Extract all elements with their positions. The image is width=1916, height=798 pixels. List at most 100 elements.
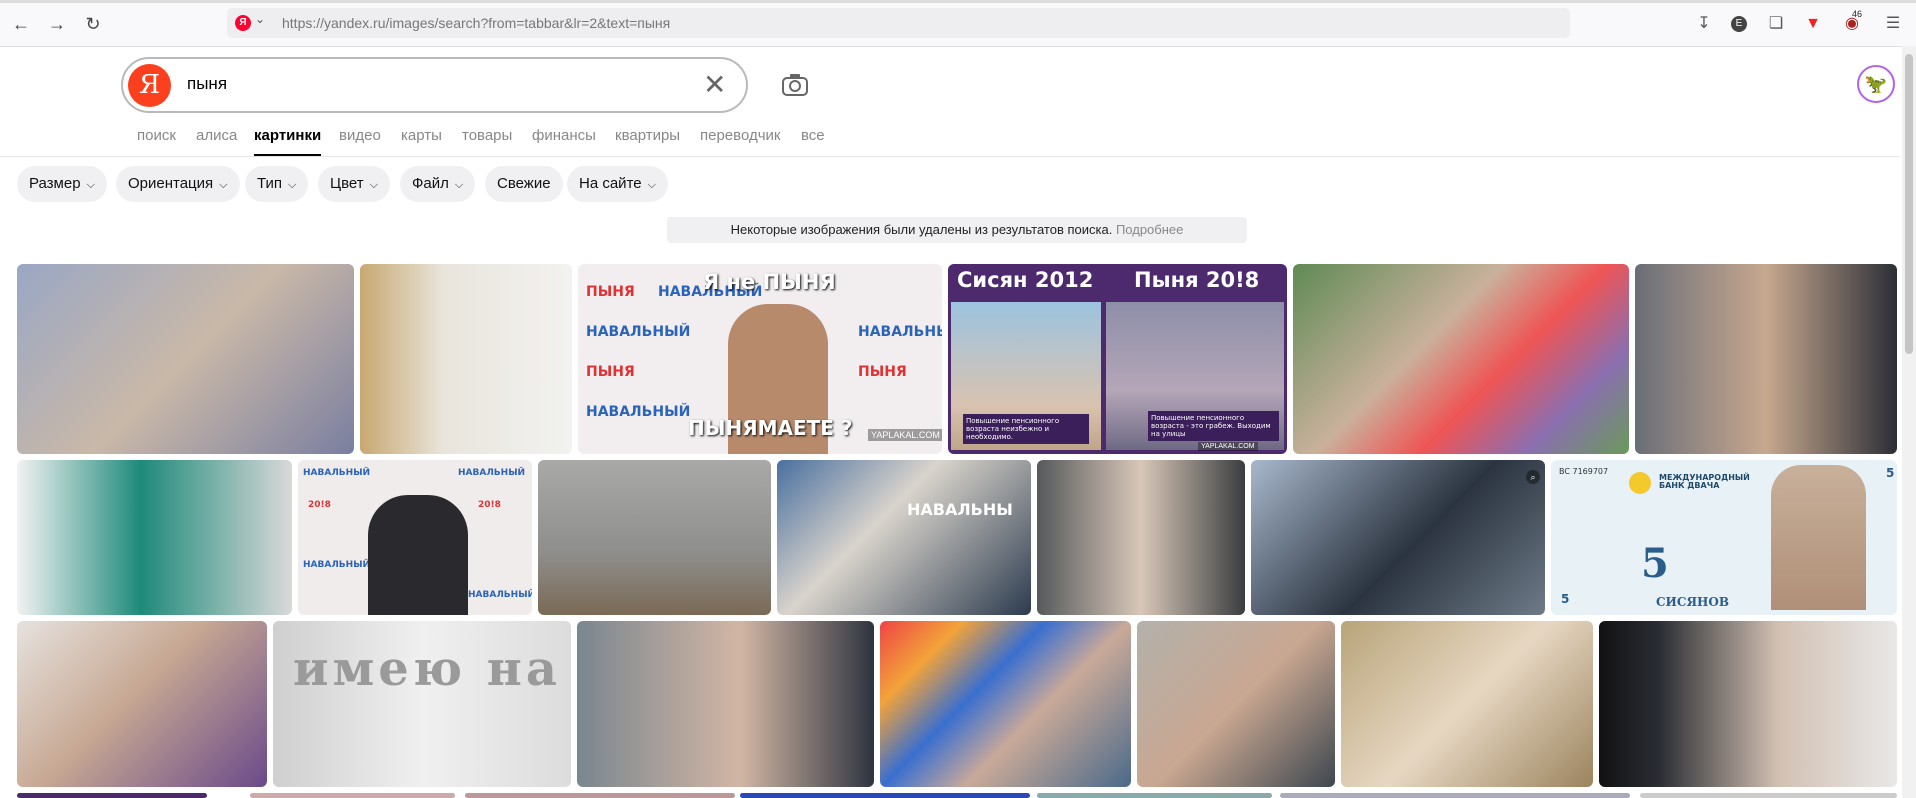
notice-more-link[interactable]: Подробнее xyxy=(1116,222,1183,237)
bg-word: имею на сво xyxy=(293,641,571,697)
image-result[interactable]: ⌕ xyxy=(1251,460,1545,615)
filter-color[interactable]: Цвет ⌵ xyxy=(318,166,390,202)
bg-word: НАВАЛЬНЫЙ xyxy=(586,404,691,420)
watermark: YAPLAKAL.COM xyxy=(1198,442,1258,451)
chevron-down-icon[interactable]: ⌄ xyxy=(255,12,265,26)
page-scrollbar[interactable] xyxy=(1902,46,1916,798)
image-result[interactable]: ПЫНЯ НАВАЛЬНЫЙ НАВАЛЬНЫЙ НАВАЛЬНЫЙ ПЫНЯ … xyxy=(578,264,942,454)
search-input[interactable] xyxy=(185,73,589,95)
bg-word: ПЫНЯ xyxy=(858,364,907,380)
chevron-down-icon: ⌵ xyxy=(219,179,228,191)
banknote-bank-name: МЕЖДУНАРОДНЫЙ БАНК ДВАЧА xyxy=(1659,473,1750,490)
tab-strip-edge xyxy=(0,0,1916,3)
chevron-down-icon: ⌵ xyxy=(369,179,378,191)
image-result[interactable] xyxy=(538,460,771,615)
bg-word: НАВАЛЬНЫЙ xyxy=(303,560,371,570)
image-result[interactable] xyxy=(1635,264,1897,454)
image-result[interactable] xyxy=(17,621,267,787)
image-result[interactable]: НАВАЛЬНЫ xyxy=(777,460,1031,615)
chevron-down-icon: ⌵ xyxy=(288,179,297,191)
image-result[interactable] xyxy=(465,793,735,798)
browser-toolbar: ← → ↻ Я ⌄ https://yandex.ru/images/searc… xyxy=(0,0,1916,47)
bg-word: НАВАЛЬНЫЙ xyxy=(468,590,532,600)
forward-arrow-icon[interactable]: → xyxy=(46,13,68,35)
tab-translator[interactable]: переводчик xyxy=(700,127,780,144)
bg-word: НАВАЛЬНЫЙ xyxy=(586,324,691,340)
image-result[interactable] xyxy=(17,793,207,798)
image-result[interactable] xyxy=(1640,793,1897,798)
tab-finance[interactable]: финансы xyxy=(532,127,596,144)
reload-icon[interactable]: ↻ xyxy=(82,13,104,35)
tab-alice[interactable]: алиса xyxy=(196,127,237,144)
tab-video[interactable]: видео xyxy=(339,127,381,144)
image-result[interactable] xyxy=(740,793,1030,798)
chevron-down-icon: ⌵ xyxy=(86,179,95,191)
banknote-denomination: 5 xyxy=(1886,466,1895,480)
tab-all[interactable]: все xyxy=(801,127,825,144)
shield-extension-icon[interactable]: ▼ xyxy=(1803,14,1823,34)
filter-type[interactable]: Тип ⌵ xyxy=(245,166,309,202)
image-result[interactable] xyxy=(1037,460,1245,615)
bg-word: НАВАЛЬНЫЙ xyxy=(303,468,371,478)
image-result[interactable] xyxy=(17,460,292,615)
tab-maps[interactable]: карты xyxy=(401,127,442,144)
bg-word: ПЫНЯ xyxy=(586,284,635,300)
camera-icon[interactable] xyxy=(780,70,810,100)
notice-text: Некоторые изображения были удалены из ре… xyxy=(730,222,1113,237)
search-box: Я ✕ xyxy=(121,57,748,113)
removed-results-notice: Некоторые изображения были удалены из ре… xyxy=(667,217,1247,243)
image-result[interactable] xyxy=(577,621,874,787)
extension-count-badge: 46 xyxy=(1851,9,1862,19)
filter-size[interactable]: Размер ⌵ xyxy=(17,166,107,202)
watermark: YAPLAKAL.COM xyxy=(868,429,942,441)
extensions-puzzle-icon[interactable]: ❏ xyxy=(1766,14,1786,34)
bg-word: НАВАЛЬНЫЙ xyxy=(458,468,526,478)
chevron-down-icon: ⌵ xyxy=(454,179,464,191)
image-result[interactable] xyxy=(250,793,455,798)
image-result[interactable]: имею на сво xyxy=(273,621,571,787)
user-avatar[interactable]: 🦖 xyxy=(1857,65,1895,103)
filter-on-site[interactable]: На сайте ⌵ xyxy=(567,166,668,202)
scrollbar-thumb[interactable] xyxy=(1905,54,1913,354)
meme-top-caption: Я не ПЫНЯ xyxy=(703,270,836,294)
filter-orientation[interactable]: Ориентация ⌵ xyxy=(116,166,240,202)
tab-apartments[interactable]: квартиры xyxy=(615,127,680,144)
zoom-icon[interactable]: ⌕ xyxy=(1526,470,1540,484)
image-result[interactable] xyxy=(1599,621,1897,787)
meme-right-title: Пыня 20!8 xyxy=(1134,268,1260,292)
download-icon[interactable]: ↧ xyxy=(1694,14,1714,34)
yandex-logo[interactable]: Я xyxy=(128,64,171,107)
image-result[interactable] xyxy=(360,264,572,454)
image-result[interactable]: НАВАЛЬНЫЙ НАВАЛЬНЫЙ 20!8 20!8 НАВАЛЬНЫЙ … xyxy=(298,460,532,615)
image-result[interactable] xyxy=(1280,793,1630,798)
image-result[interactable] xyxy=(880,621,1131,787)
address-bar[interactable]: Я ⌄ https://yandex.ru/images/search?from… xyxy=(227,8,1570,38)
person-figure xyxy=(1771,465,1866,610)
profile-e-icon[interactable]: E xyxy=(1731,16,1747,32)
tab-goods[interactable]: товары xyxy=(462,127,512,144)
tab-search[interactable]: поиск xyxy=(137,127,176,144)
site-yandex-icon: Я xyxy=(235,15,251,31)
filter-fresh[interactable]: Свежие xyxy=(485,166,563,202)
meme-bottom-caption: ПЫНЯМАЕТЕ ? xyxy=(688,416,853,440)
image-result[interactable] xyxy=(1293,264,1629,454)
image-result[interactable]: Сисян 2012 Пыня 20!8 Повышение пенсионно… xyxy=(948,264,1287,454)
image-result[interactable] xyxy=(1037,793,1272,798)
smiley-emblem xyxy=(1629,472,1651,494)
filter-file[interactable]: Файл ⌵ xyxy=(400,166,476,202)
menu-icon[interactable]: ☰ xyxy=(1883,14,1903,34)
tab-images[interactable]: картинки xyxy=(254,127,321,144)
image-result[interactable] xyxy=(17,264,354,454)
image-result[interactable] xyxy=(1137,621,1335,787)
image-result[interactable]: BC 7169707 МЕЖДУНАРОДНЫЙ БАНК ДВАЧА 5 5 … xyxy=(1551,460,1897,615)
close-icon[interactable]: ✕ xyxy=(703,71,726,99)
banknote-serial: BC 7169707 xyxy=(1559,467,1609,476)
banknote-denomination: 5 xyxy=(1641,540,1669,587)
bg-word: 20!8 xyxy=(308,500,331,510)
image-result[interactable] xyxy=(1341,621,1593,787)
url-text[interactable]: https://yandex.ru/images/search?from=tab… xyxy=(282,15,670,31)
bg-word: НАВАЛЬНЫ xyxy=(907,500,1013,519)
bg-word: 20!8 xyxy=(478,500,501,510)
bg-word: ПЫНЯ xyxy=(586,364,635,380)
back-arrow-icon[interactable]: ← xyxy=(10,13,32,35)
